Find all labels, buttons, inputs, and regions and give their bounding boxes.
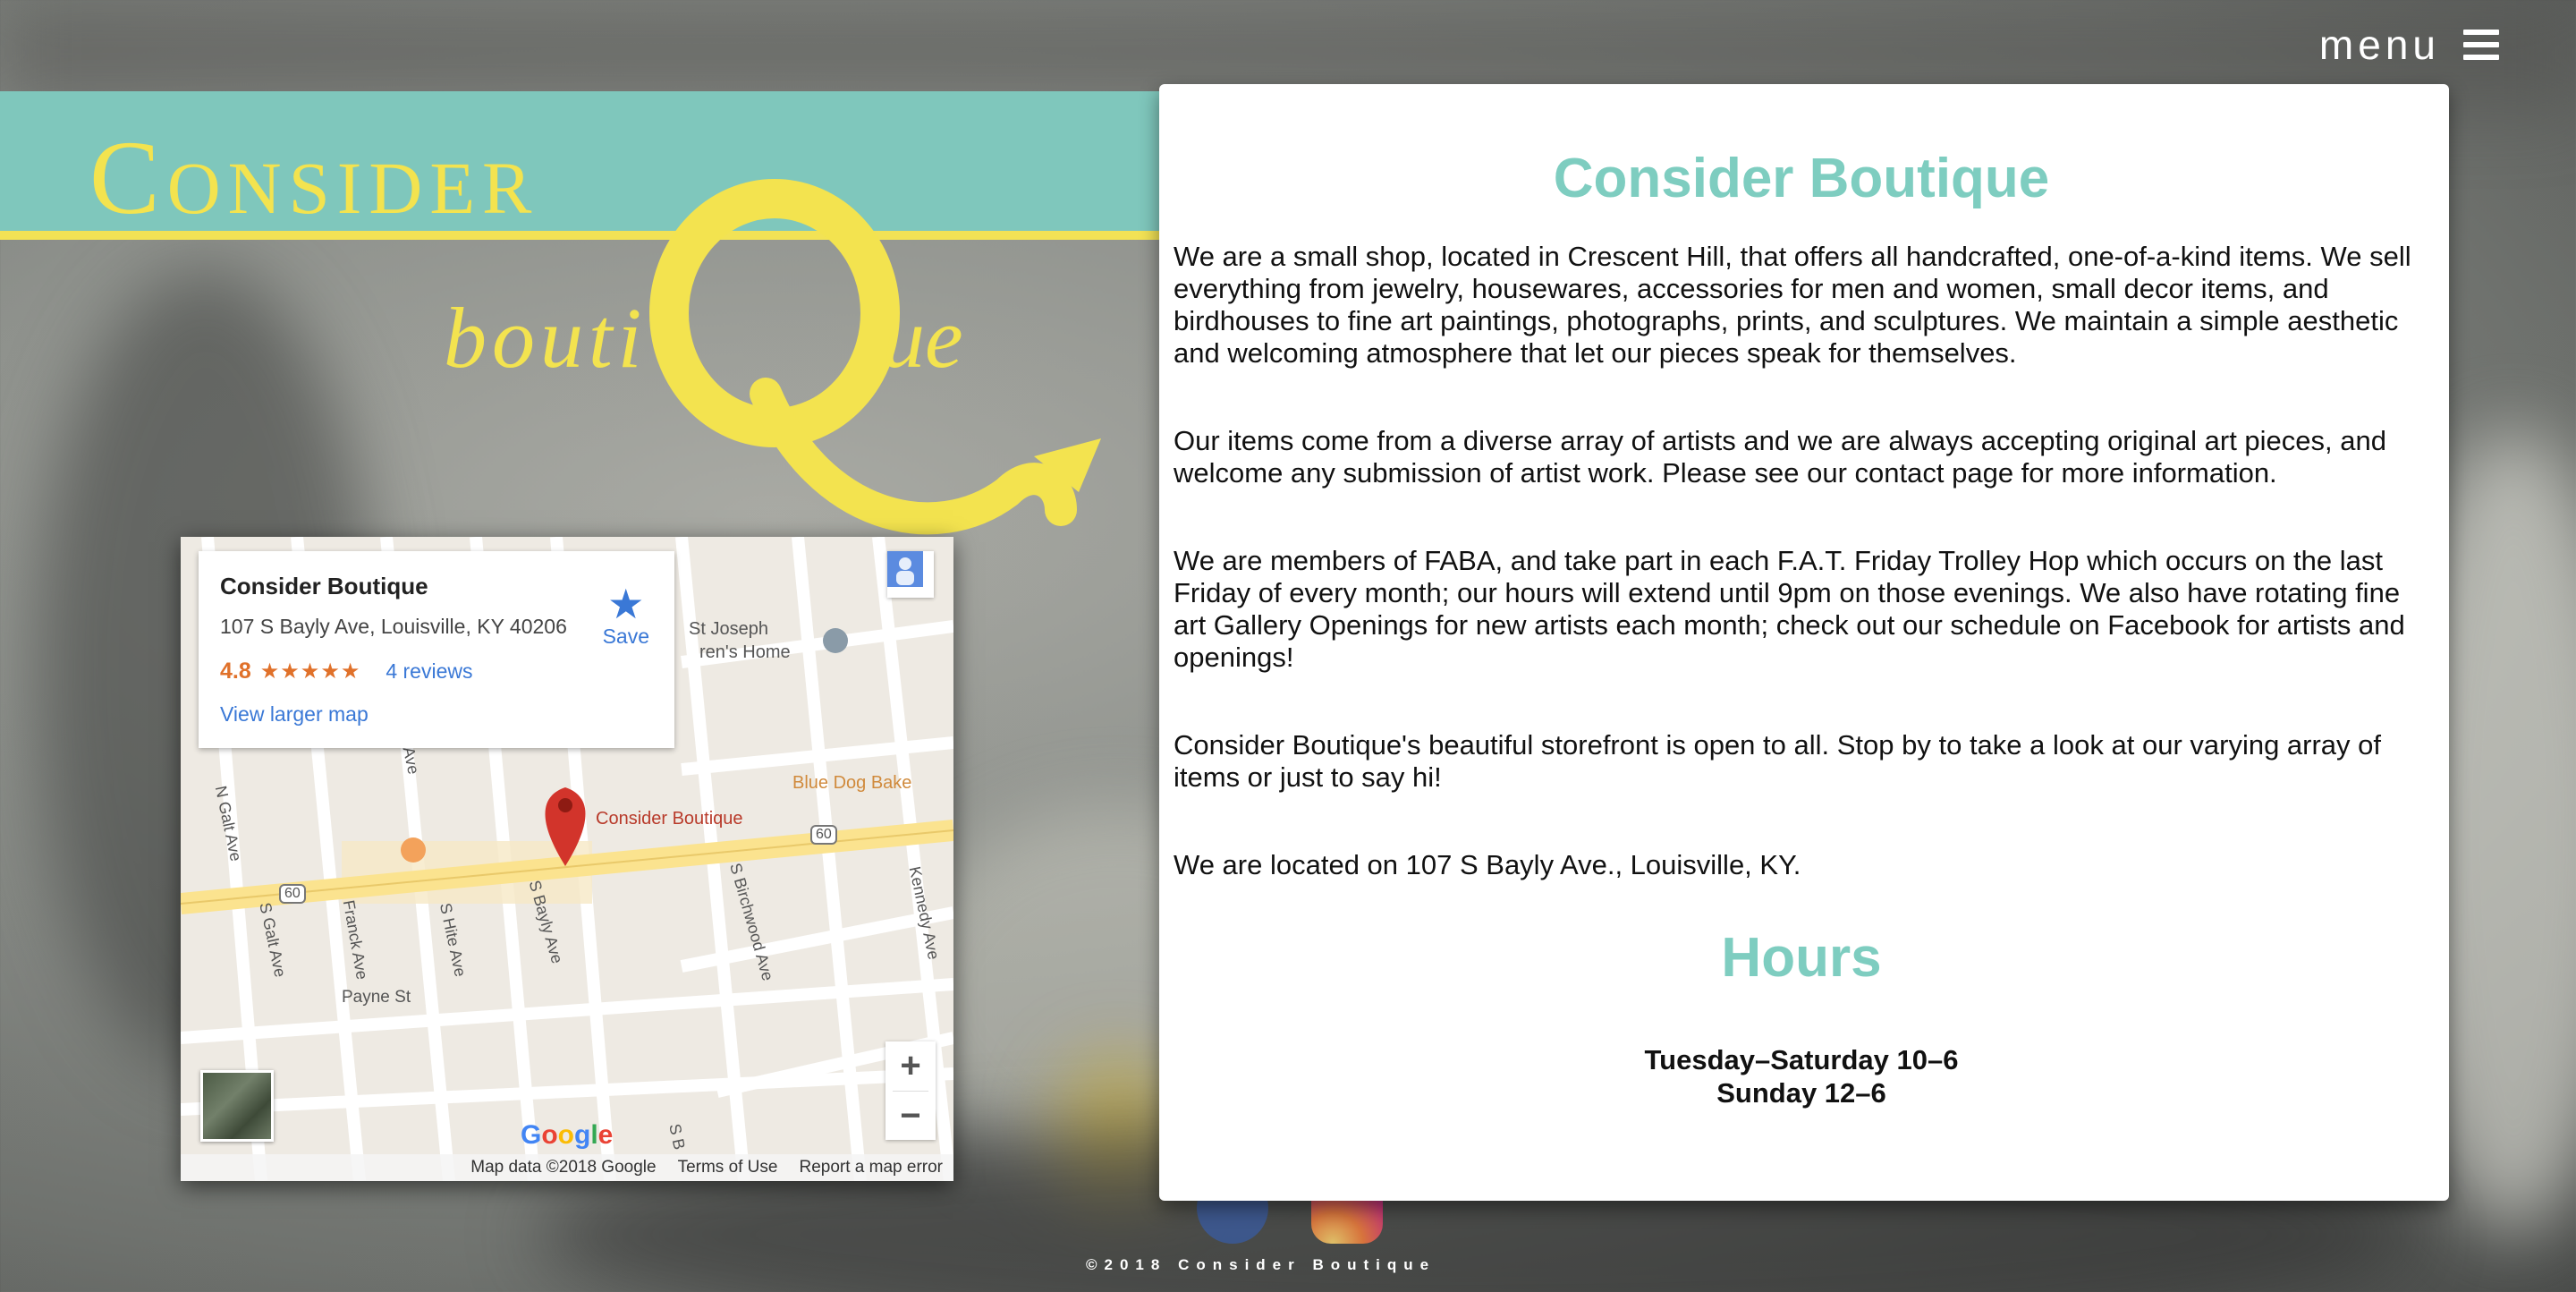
hamburger-icon (2463, 30, 2499, 60)
map-label-st-joseph: St Joseph (689, 619, 768, 639)
map-route-60-shield: 60 (279, 884, 306, 904)
map-info-card: Consider Boutique 107 S Bayly Ave, Louis… (199, 551, 674, 748)
logo-bouti-text: bouti (444, 290, 648, 386)
map-zoom-control: + − (886, 1041, 936, 1140)
map-report-error-link[interactable]: Report a map error (799, 1158, 943, 1177)
map-save-label: Save (602, 625, 649, 648)
map-footer: Map data ©2018 Google Terms of Use Repor… (181, 1154, 953, 1181)
map-data-credit: Map data ©2018 Google (470, 1158, 657, 1177)
page-title: Consider Boutique (1553, 148, 2050, 209)
map-terms-link[interactable]: Terms of Use (678, 1158, 778, 1177)
map-rating-row: 4.8 ★★★★★ 4 reviews (220, 659, 653, 684)
hours-line: Sunday 12–6 (1716, 1077, 1886, 1109)
map-label-payne-st: Payne St (342, 988, 411, 1007)
map-reviews-link[interactable]: 4 reviews (386, 659, 472, 684)
about-paragraph: Our items come from a diverse array of a… (1174, 425, 2386, 489)
google-logo: Google (521, 1120, 614, 1150)
satellite-toggle[interactable] (200, 1070, 274, 1142)
logo-ue-text: ue (882, 290, 963, 386)
hours-heading: Hours (1721, 927, 1882, 989)
about-paragraph: We are members of FABA, and take part in… (1174, 545, 2405, 673)
view-larger-map-link[interactable]: View larger map (220, 702, 369, 727)
logo-consider-text: Consider (89, 119, 539, 236)
about-content-card: Consider Boutique We are a small shop, l… (1159, 84, 2449, 1201)
about-paragraph: We are a small shop, located in Crescent… (1174, 241, 2411, 369)
about-paragraph: We are located on 107 S Bayly Ave., Loui… (1174, 849, 1801, 880)
google-map-embed[interactable]: St Joseph ren's Home Blue Dog Bake Consi… (181, 537, 953, 1181)
star-icon: ★ (607, 581, 645, 627)
street-view-pegman-icon[interactable] (887, 551, 934, 598)
menu-button[interactable]: menu (2319, 20, 2499, 70)
map-save-button[interactable]: ★ Save (603, 583, 649, 649)
star-rating-icon: ★★★★★ (259, 659, 361, 684)
map-place-name: Consider Boutique (220, 573, 428, 599)
about-paragraph: Consider Boutique's beautiful storefront… (1174, 729, 2382, 793)
map-rating-value: 4.8 (220, 659, 251, 684)
map-pin-label: Consider Boutique (596, 809, 743, 829)
menu-label: menu (2318, 21, 2440, 68)
hours-line: Tuesday–Saturday 10–6 (1644, 1044, 1959, 1075)
zoom-in-button[interactable]: + (886, 1041, 936, 1091)
copyright-text: ©2018 Consider Boutique (1086, 1256, 1436, 1273)
map-label-blue-dog-bakery: Blue Dog Bake (792, 773, 912, 793)
map-route-60-shield-east: 60 (810, 825, 837, 845)
map-label-childrens-home: ren's Home (699, 642, 791, 662)
logo-q-glyph (649, 179, 1101, 535)
zoom-out-button[interactable]: − (886, 1092, 936, 1141)
site-logo[interactable]: Consider bouti ue (86, 116, 1101, 535)
map-place-address: 107 S Bayly Ave, Louisville, KY 40206 (220, 615, 567, 638)
